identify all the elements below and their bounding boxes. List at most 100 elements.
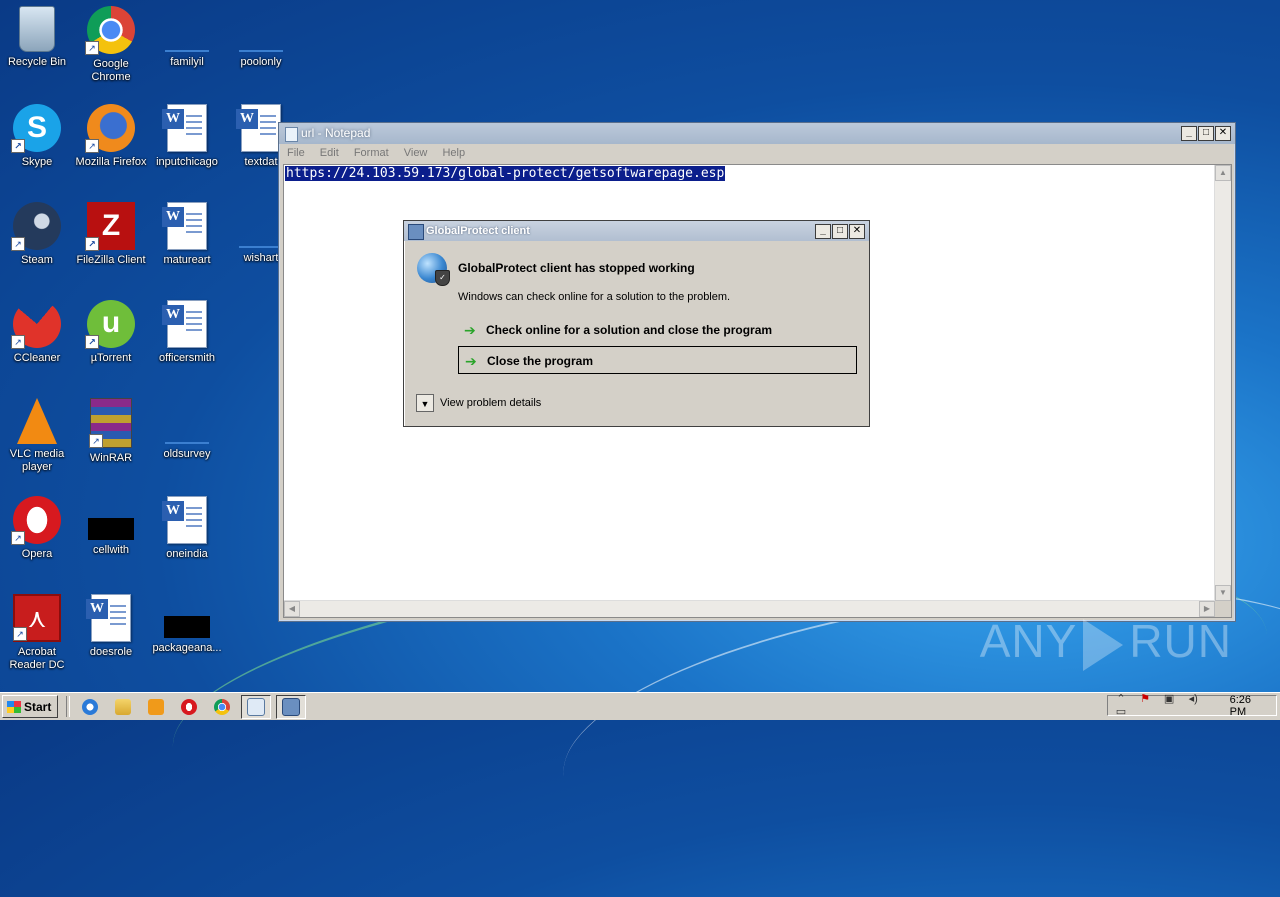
view-details-label: View problem details xyxy=(440,396,542,409)
globe-shield-icon: ✓ xyxy=(417,253,450,286)
watermark-left-text: ANY xyxy=(979,615,1078,667)
taskbar-internet-explorer[interactable] xyxy=(76,696,104,718)
check-online-label: Check online for a solution and close th… xyxy=(486,323,773,337)
error-dialog[interactable]: GlobalProtect client _ □ ✕ ✓ GlobalProte… xyxy=(403,220,870,427)
selected-url-text[interactable]: https://24.103.59.173/global-protect/get… xyxy=(285,166,726,181)
start-button[interactable]: Start xyxy=(2,695,59,718)
menu-edit[interactable]: Edit xyxy=(320,147,339,159)
scroll-left-icon[interactable]: ◀ xyxy=(284,601,300,617)
chevron-up-icon[interactable]: ⌃ xyxy=(1114,693,1128,706)
desktop-icon-cellwith[interactable]: cellwith xyxy=(74,496,148,557)
taskbar-notepad[interactable] xyxy=(241,694,272,719)
desktop-icon-label: familyil xyxy=(170,56,204,68)
black-thumbnail-icon xyxy=(88,518,134,540)
desktop-icon-label: CCleaner xyxy=(13,352,61,364)
taskbar-globalprotect[interactable] xyxy=(276,694,307,719)
acrobat-icon: ⋏ ↗ xyxy=(13,594,61,642)
system-tray: ⌃ ⚑ ▣ ◂) ▭ 6:26 PM xyxy=(1107,693,1277,719)
internet-explorer-icon xyxy=(82,698,99,715)
opera-icon: ↗ xyxy=(11,496,61,545)
desktop-icon-familyil[interactable]: familyil xyxy=(150,6,224,69)
word-document-icon: W xyxy=(236,104,281,152)
desktop-icon-matureart[interactable]: W matureart xyxy=(150,202,224,267)
notepad-titlebar[interactable]: url - Notepad _ □ ✕ xyxy=(279,123,1235,144)
desktop-icon-label: Skype xyxy=(21,156,53,168)
close-program-label: Close the program xyxy=(487,354,594,368)
dialog-titlebar[interactable]: GlobalProtect client _ □ ✕ xyxy=(404,221,869,241)
media-player-icon xyxy=(148,698,165,715)
desktop-icon-label: cellwith xyxy=(92,544,130,556)
clock[interactable]: 6:26 PM xyxy=(1230,694,1270,718)
notepad-title: url - Notepad xyxy=(301,126,371,140)
view-details-toggle[interactable]: ▼ View problem details xyxy=(416,394,541,412)
taskbar-media-player[interactable] xyxy=(142,696,170,718)
dialog-maximize-button[interactable]: □ xyxy=(832,224,848,239)
dialog-close-button[interactable]: ✕ xyxy=(849,224,865,239)
desktop-icon-packageana[interactable]: packageana... xyxy=(150,594,224,655)
power-icon[interactable]: ▭ xyxy=(1114,706,1128,719)
chrome-icon xyxy=(214,698,231,715)
close-button[interactable]: ✕ xyxy=(1215,126,1231,141)
desktop-icon-winrar[interactable]: ↗ WinRAR xyxy=(74,398,148,465)
desktop-icon-vlc[interactable]: VLC media player xyxy=(0,398,74,474)
desktop-icon-chrome[interactable]: ↗ Google Chrome xyxy=(74,6,148,84)
desktop-icon-poolonly[interactable]: poolonly xyxy=(224,6,298,69)
taskbar-chrome[interactable] xyxy=(208,696,236,718)
blank-file-icon xyxy=(165,442,209,444)
minimize-button[interactable]: _ xyxy=(1181,126,1197,141)
desktop-icon-inputchicago[interactable]: W inputchicago xyxy=(150,104,224,169)
desktop-icon-label: FileZilla Client xyxy=(76,254,146,266)
desktop-icon-label: µTorrent xyxy=(90,352,132,364)
desktop-icon-officersmith[interactable]: W officersmith xyxy=(150,300,224,365)
desktop-icon-recycle-bin[interactable]: Recycle Bin xyxy=(0,6,74,69)
close-program-option[interactable]: ➔ Close the program xyxy=(458,346,857,374)
vertical-scrollbar[interactable]: ▲ ▼ xyxy=(1214,165,1231,601)
green-arrow-icon: ➔ xyxy=(464,322,476,338)
blank-file-icon xyxy=(239,50,283,52)
maximize-button[interactable]: □ xyxy=(1198,126,1214,141)
menu-file[interactable]: File xyxy=(287,147,305,159)
desktop-icon-doesrole[interactable]: W doesrole xyxy=(74,594,148,659)
desktop-icon-steam[interactable]: ↗ Steam xyxy=(0,202,74,267)
desktop-icon-oneindia[interactable]: W oneindia xyxy=(150,496,224,561)
taskbar-explorer[interactable] xyxy=(109,696,137,718)
notepad-icon xyxy=(247,697,266,716)
desktop-icon-label: Acrobat Reader DC xyxy=(9,646,65,671)
globalprotect-app-icon xyxy=(408,224,424,240)
desktop-icon-ccleaner[interactable]: ↗ CCleaner xyxy=(0,300,74,365)
vlc-icon xyxy=(17,398,57,444)
menu-format[interactable]: Format xyxy=(354,147,389,159)
scroll-up-icon[interactable]: ▲ xyxy=(1215,165,1231,181)
blank-file-icon xyxy=(165,50,209,52)
word-document-icon: W xyxy=(162,104,207,152)
desktop-icon-label: matureart xyxy=(163,254,211,266)
desktop-icon-label: inputchicago xyxy=(156,156,218,168)
chevron-down-icon[interactable]: ▼ xyxy=(416,394,434,412)
volume-icon[interactable]: ◂) xyxy=(1186,693,1200,706)
taskbar-opera[interactable] xyxy=(175,696,203,718)
taskbar-separator xyxy=(66,696,71,717)
scroll-down-icon[interactable]: ▼ xyxy=(1215,585,1231,601)
dialog-message: Windows can check online for a solution … xyxy=(458,291,731,303)
desktop-icon-oldsurvey[interactable]: oldsurvey xyxy=(150,398,224,461)
network-icon[interactable]: ▣ xyxy=(1162,693,1176,706)
desktop-icon-utorrent[interactable]: u ↗ µTorrent xyxy=(74,300,148,365)
desktop-icon-filezilla[interactable]: Z ↗ FileZilla Client xyxy=(74,202,148,267)
desktop-icon-label: WinRAR xyxy=(89,452,133,464)
desktop-icon-skype[interactable]: S ↗ Skype xyxy=(0,104,74,169)
desktop-icon-firefox[interactable]: ↗ Mozilla Firefox xyxy=(74,104,148,169)
check-online-option[interactable]: ➔ Check online for a solution and close … xyxy=(458,316,857,344)
menu-help[interactable]: Help xyxy=(442,147,465,159)
word-document-icon: W xyxy=(162,300,207,348)
dialog-minimize-button[interactable]: _ xyxy=(815,224,831,239)
filezilla-icon: Z ↗ xyxy=(85,202,135,251)
winrar-icon: ↗ xyxy=(89,398,132,448)
recycle-bin-icon xyxy=(19,6,55,52)
word-document-icon: W xyxy=(162,496,207,544)
desktop-icon-acrobat[interactable]: ⋏ ↗ Acrobat Reader DC xyxy=(0,594,74,672)
flag-icon[interactable]: ⚑ xyxy=(1138,693,1152,706)
menu-view[interactable]: View xyxy=(404,147,428,159)
anyrun-watermark: ANY RUN xyxy=(980,614,1232,671)
windows-logo-icon xyxy=(7,700,21,713)
desktop-icon-opera[interactable]: ↗ Opera xyxy=(0,496,74,561)
